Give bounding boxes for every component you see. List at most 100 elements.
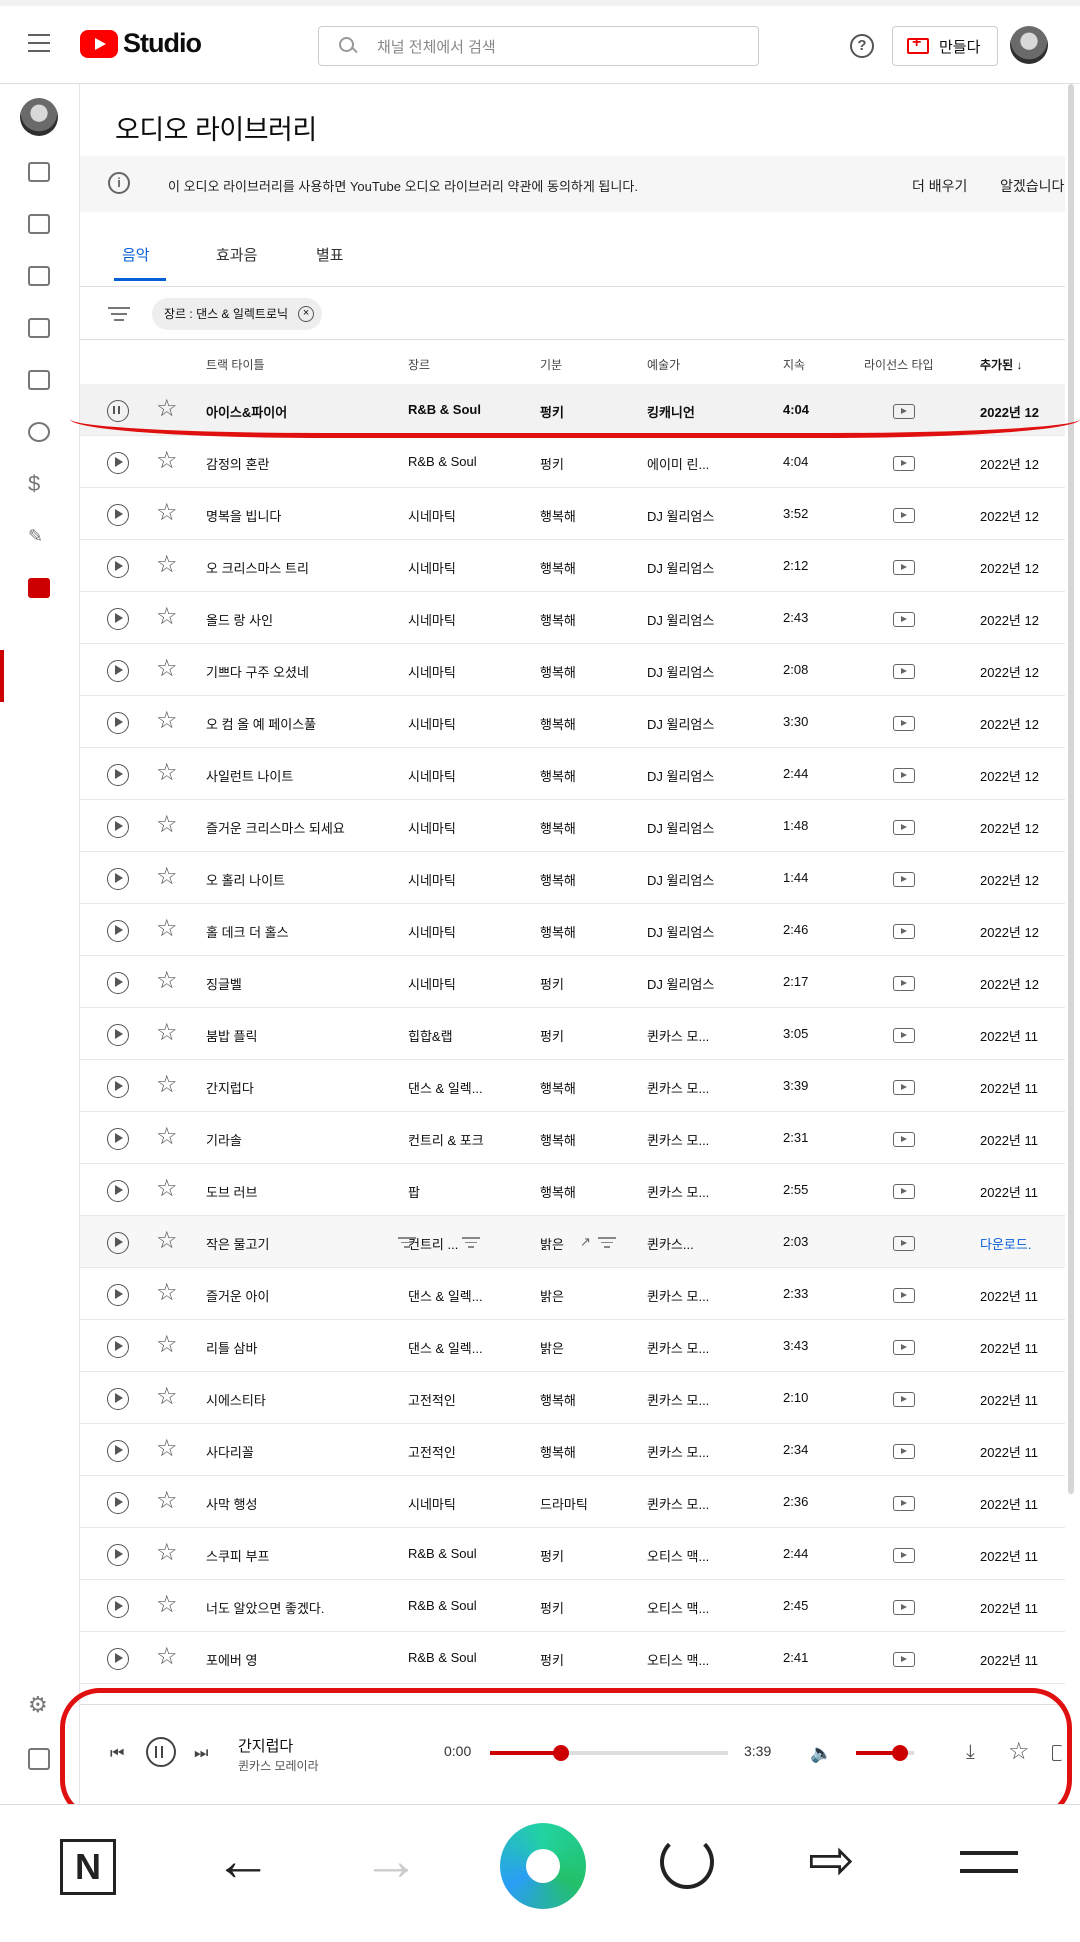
clear-filter-icon[interactable]: × <box>298 306 315 322</box>
table-row[interactable]: ☆ 기쁘다 구주 오셨네 시네마틱 행복해 DJ 윌리엄스 2:08 2022년 12 <box>80 644 1065 696</box>
play-icon[interactable] <box>107 556 129 578</box>
star-icon[interactable]: ☆ <box>156 1435 178 1463</box>
table-row[interactable]: ☆ 올드 랑 사인 시네마틱 행복해 DJ 윌리엄스 2:43 2022년 12 <box>80 592 1065 644</box>
search-input[interactable]: 채널 전체에서 검색 <box>318 26 759 66</box>
col-genre[interactable]: 장르 <box>408 356 430 373</box>
volume-handle[interactable] <box>891 1745 908 1761</box>
table-row[interactable]: ☆ 도브 러브 팝 행복해 퀸카스 모... 2:55 2022년 11 <box>80 1164 1065 1216</box>
play-icon[interactable] <box>107 608 129 630</box>
table-row[interactable]: ☆ 아이스&파이어 R&B & Soul 펑키 킹캐니언 4:04 2022년 12 <box>80 384 1065 436</box>
table-row[interactable]: ☆ 명복을 빕니다 시네마틱 행복해 DJ 윌리엄스 3:52 2022년 12 <box>80 488 1065 540</box>
table-row[interactable]: ☆ 스쿠피 부프 R&B & Soul 펑키 오티스 맥... 2:44 2022년 11 <box>80 1528 1065 1580</box>
table-row[interactable]: ☆ 간지럽다 댄스 & 일렉... 행복해 퀸카스 모... 3:39 2022년 11 <box>80 1060 1065 1112</box>
pause-icon[interactable] <box>107 400 129 422</box>
table-row[interactable]: ☆ 홀 데크 더 홀스 시네마틱 행복해 DJ 윌리엄스 2:46 2022년 12 <box>80 904 1065 956</box>
play-icon[interactable] <box>107 920 129 942</box>
table-row[interactable]: ☆ 징글벨 시네마틱 펑키 DJ 윌리엄스 2:17 2022년 12 <box>80 956 1065 1008</box>
browser-menu-icon[interactable] <box>960 1851 1018 1887</box>
play-icon[interactable] <box>107 972 129 994</box>
play-icon[interactable] <box>107 712 129 734</box>
table-row[interactable]: ☆ 작은 물고기 컨트리 ... 밝은 퀸카스... 2:03 다운로드. ↗ <box>80 1216 1065 1268</box>
more-icon[interactable] <box>1052 1745 1062 1761</box>
play-icon[interactable] <box>107 816 129 838</box>
tab-sound-effects[interactable]: 효과음 <box>216 244 257 265</box>
filter-by-value-icon[interactable] <box>462 1237 480 1251</box>
play-icon[interactable] <box>107 452 129 474</box>
table-row[interactable]: ☆ 사일런트 나이트 시네마틱 행복해 DJ 윌리엄스 2:44 2022년 12 <box>80 748 1065 800</box>
play-icon[interactable] <box>107 1284 129 1306</box>
back-arrow-icon[interactable]: ← <box>214 1827 272 1894</box>
play-icon[interactable] <box>107 1596 129 1618</box>
create-button[interactable]: 만들다 <box>892 26 998 66</box>
star-icon[interactable]: ☆ <box>156 1331 178 1359</box>
genre-filter-chip[interactable]: 장르 : 댄스 & 일렉트로닉 × <box>152 298 323 330</box>
help-icon[interactable]: ? <box>850 34 874 58</box>
star-icon[interactable]: ☆ <box>156 447 178 475</box>
learn-more-link[interactable]: 더 배우기 <box>912 176 967 196</box>
table-row[interactable]: ☆ 붐밥 플릭 힙합&랩 펑키 퀸카스 모... 3:05 2022년 11 <box>80 1008 1065 1060</box>
play-icon[interactable] <box>107 1388 129 1410</box>
pause-button[interactable] <box>146 1737 176 1767</box>
col-mood[interactable]: 기분 <box>540 356 562 373</box>
customization-icon[interactable]: ✎ <box>28 526 50 546</box>
play-icon[interactable] <box>107 868 129 890</box>
star-icon[interactable]: ☆ <box>1008 1737 1030 1766</box>
volume-slider[interactable] <box>856 1745 914 1761</box>
next-track-icon[interactable]: ⏭ <box>194 1745 208 1763</box>
naver-n-button[interactable]: N <box>60 1839 116 1895</box>
play-icon[interactable] <box>107 1648 129 1670</box>
play-icon[interactable] <box>107 504 129 526</box>
play-icon[interactable] <box>107 660 129 682</box>
progress-handle[interactable] <box>553 1745 570 1761</box>
col-artist[interactable]: 예술가 <box>647 356 680 373</box>
content-icon[interactable] <box>28 214 50 234</box>
col-title[interactable]: 트랙 타이틀 <box>206 356 265 373</box>
table-row[interactable]: ☆ 기라솔 컨트리 & 포크 행복해 퀸카스 모... 2:31 2022년 11 <box>80 1112 1065 1164</box>
table-row[interactable]: ☆ 감정의 혼란 R&B & Soul 펑키 에이미 린... 4:04 2022년 12 <box>80 436 1065 488</box>
col-added[interactable]: 추가된 ↓ <box>980 356 1022 373</box>
star-icon[interactable]: ☆ <box>156 707 178 735</box>
channel-avatar[interactable] <box>20 98 58 136</box>
star-icon[interactable]: ☆ <box>156 551 178 579</box>
share-icon[interactable]: ⇨ <box>808 1827 855 1893</box>
table-row[interactable]: ☆ 오 크리스마스 트리 시네마틱 행복해 DJ 윌리엄스 2:12 2022년 12 <box>80 540 1065 592</box>
star-icon[interactable]: ☆ <box>156 915 178 943</box>
filter-icon[interactable] <box>108 307 130 325</box>
feedback-icon[interactable] <box>28 1748 50 1770</box>
progress-slider[interactable] <box>490 1745 728 1761</box>
cell-added[interactable]: 다운로드. <box>980 1234 1031 1253</box>
play-icon[interactable] <box>107 1492 129 1514</box>
table-row[interactable]: ☆ 사막 행성 시네마틱 드라마틱 퀸카스 모... 2:36 2022년 11 <box>80 1476 1065 1528</box>
star-icon[interactable]: ☆ <box>156 655 178 683</box>
table-row[interactable]: ☆ 오 컴 올 예 페이스풀 시네마틱 행복해 DJ 윌리엄스 3:30 2022년 12 <box>80 696 1065 748</box>
star-icon[interactable]: ☆ <box>156 811 178 839</box>
filter-by-value-icon[interactable] <box>598 1237 616 1251</box>
star-icon[interactable]: ☆ <box>156 1539 178 1567</box>
table-row[interactable]: ☆ 너도 알았으면 좋겠다. R&B & Soul 펑키 오티스 맥... 2:45 202… <box>80 1580 1065 1632</box>
play-icon[interactable] <box>107 1128 129 1150</box>
play-icon[interactable] <box>107 1336 129 1358</box>
previous-track-icon[interactable]: ⏮ <box>110 1745 124 1763</box>
star-icon[interactable]: ☆ <box>156 759 178 787</box>
tab-music[interactable]: 음악 <box>122 244 150 265</box>
star-icon[interactable]: ☆ <box>156 1643 178 1671</box>
play-icon[interactable] <box>107 1180 129 1202</box>
star-icon[interactable]: ☆ <box>156 863 178 891</box>
reload-icon[interactable] <box>660 1835 714 1889</box>
star-icon[interactable]: ☆ <box>156 499 178 527</box>
star-icon[interactable]: ☆ <box>156 967 178 995</box>
menu-icon[interactable] <box>28 34 50 58</box>
star-icon[interactable]: ☆ <box>156 1019 178 1047</box>
play-icon[interactable] <box>107 1440 129 1462</box>
table-row[interactable]: ☆ 즐거운 크리스마스 되세요 시네마틱 행복해 DJ 윌리엄스 1:48 2022년 12 <box>80 800 1065 852</box>
download-icon[interactable]: ⤓ <box>966 1741 975 1764</box>
col-duration[interactable]: 지속 <box>783 356 805 373</box>
external-link-icon[interactable]: ↗ <box>580 1234 591 1250</box>
table-row[interactable]: ☆ 리틀 삼바 댄스 & 일렉... 밝은 퀸카스 모... 3:43 2022년 11 <box>80 1320 1065 1372</box>
table-row[interactable]: ☆ 사다리꼴 고전적인 행복해 퀸카스 모... 2:34 2022년 11 <box>80 1424 1065 1476</box>
table-row[interactable]: ☆ 즐거운 아이 댄스 & 일렉... 밝은 퀸카스 모... 2:33 2022년 11 <box>80 1268 1065 1320</box>
monetization-icon[interactable]: $ <box>28 473 50 495</box>
star-icon[interactable]: ☆ <box>156 603 178 631</box>
forward-arrow-icon[interactable]: → <box>362 1827 420 1894</box>
star-icon[interactable]: ☆ <box>156 1591 178 1619</box>
